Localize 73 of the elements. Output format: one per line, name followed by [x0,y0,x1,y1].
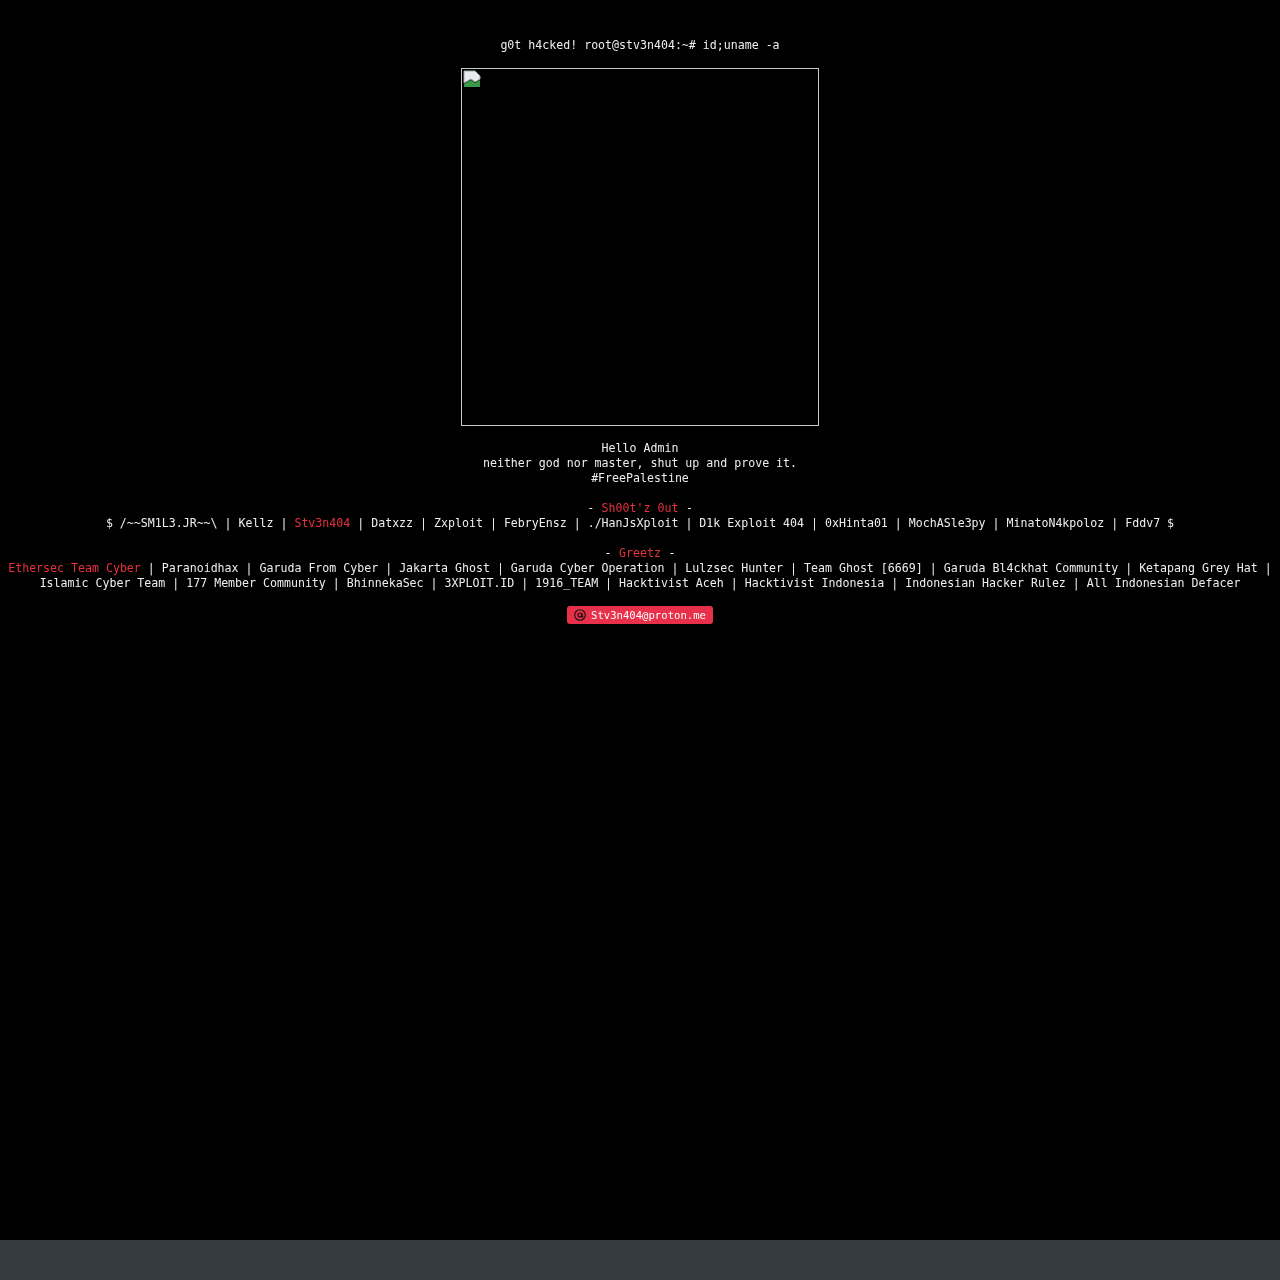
team-name: Ketapang Grey Hat [1139,561,1258,575]
team-name: Ethersec Team Cyber [8,561,141,575]
separator: | [671,561,679,575]
dash-text: - [685,501,693,516]
separator: | [573,516,581,530]
team-name: Team Ghost [6669] [804,561,923,575]
separator: | [811,516,819,530]
team-name: Indonesian Hacker Rulez [905,576,1066,590]
member-name: 0xHinta01 [825,516,888,530]
message-line: #FreePalestine [590,471,690,486]
separator: | [224,516,232,530]
at-sign-icon [574,609,587,621]
dash-text: - [668,546,676,561]
separator: | [891,576,899,590]
team-name: Islamic Cyber Team [39,576,166,590]
message-line: Hello Admin [600,441,680,456]
separator: | [1072,576,1080,590]
team-name: Paranoidhax [161,561,239,575]
dash-text: - [587,501,595,516]
team-name: All Indonesian Defacer [1086,576,1241,590]
separator: | [790,561,798,575]
page-title: g0t h4cked! root@stv3n404:~# id;uname -a [500,38,780,53]
team-name: Garuda Bl4ckhat Community [943,561,1119,575]
team-name: Jakarta Ghost [399,561,490,575]
prompt-text: $ [1167,516,1175,530]
member-name: Datxzz [371,516,414,530]
member-name: MochASle3py [908,516,986,530]
section-heading: Greetz [619,546,661,561]
separator: | [1111,516,1119,530]
separator: | [357,516,365,530]
team-name: Lulzsec Hunter [685,561,784,575]
message-line: neither god nor master, shut up and prove it. [482,456,798,471]
member-name: MinatoN4kpoloz [1006,516,1105,530]
team-name: 1916_TEAM [535,576,599,590]
team-name: Garuda Cyber Operation [510,561,665,575]
separator: | [172,576,180,590]
member-name: D1k Exploit 404 [699,516,805,530]
separator: | [430,576,438,590]
separator: | [685,516,693,530]
separator: | [280,516,288,530]
separator: | [332,576,340,590]
team-name: Garuda From Cyber [259,561,379,575]
separator: | [385,561,393,575]
broken-image-icon [463,70,481,88]
separator: | [489,516,497,530]
dash-text: - [604,546,612,561]
email-link[interactable]: Stv3n404@proton.me [567,606,713,624]
separator: | [1125,561,1133,575]
separator: | [1264,561,1272,575]
member-name: FebryEnsz [503,516,567,530]
separator: | [894,516,902,530]
member-name: Stv3n404 [294,516,351,530]
separator: | [929,561,937,575]
separator: | [147,561,155,575]
prompt-text: $ [105,516,113,530]
member-name: Kellz [238,516,274,530]
member-name: ./HanJsXploit [587,516,679,530]
separator: | [992,516,1000,530]
separator: | [496,561,504,575]
team-name: 177 Member Community [186,576,326,590]
member-name: Fddv7 [1125,516,1161,530]
member-name: Zxploit [434,516,483,530]
separator: | [521,576,529,590]
member-name: /~~SM1L3.JR~~\ [119,516,218,530]
separator: | [245,561,253,575]
team-name: 3XPLOIT.ID [444,576,515,590]
separator: | [605,576,613,590]
separator: | [730,576,738,590]
team-name: BhinnekaSec [346,576,424,590]
team-name: Hacktivist Aceh [619,576,724,590]
separator: | [420,516,428,530]
section-heading: Sh00t'z 0ut [601,501,679,516]
team-name: Hacktivist Indonesia [744,576,885,590]
